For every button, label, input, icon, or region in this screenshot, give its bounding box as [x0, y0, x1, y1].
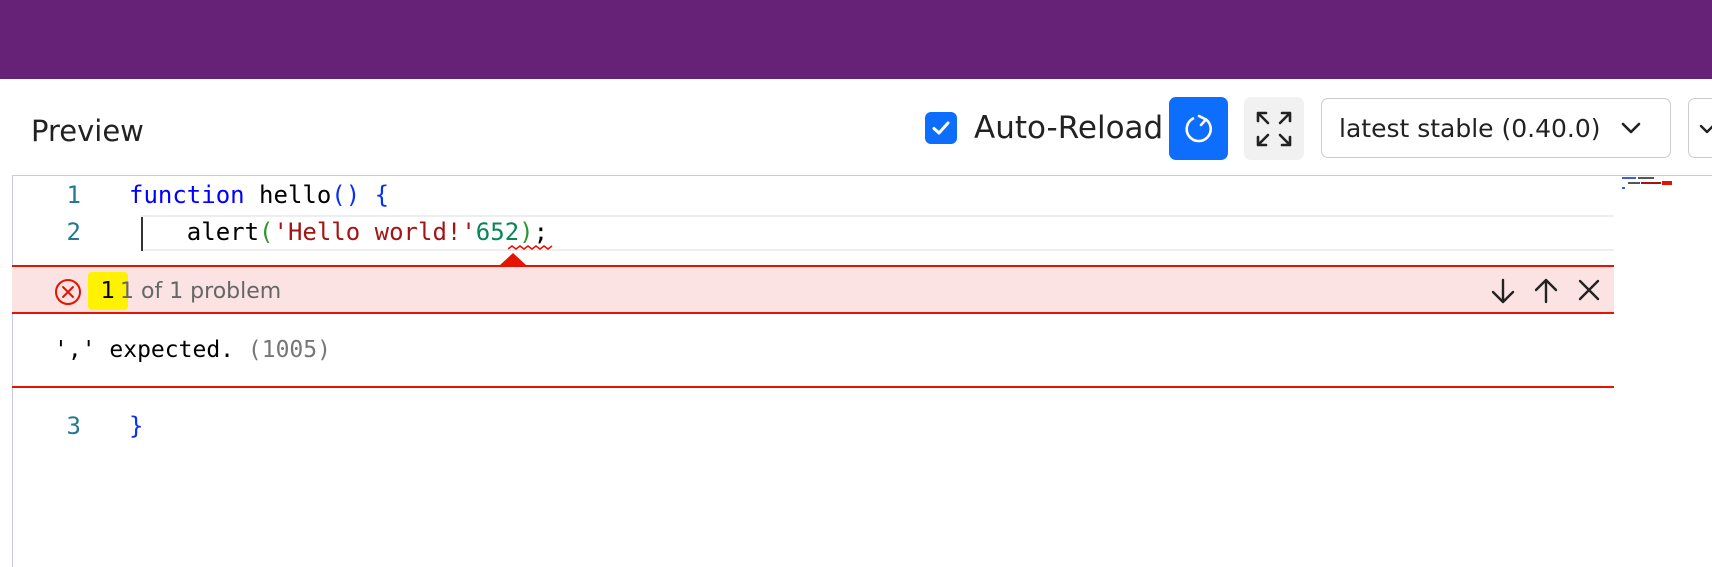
fullscreen-icon	[1256, 111, 1292, 146]
code-token: alert	[129, 218, 260, 246]
arrow-down-icon[interactable]	[1490, 277, 1516, 305]
fullscreen-button[interactable]	[1244, 97, 1304, 160]
check-icon	[932, 121, 950, 135]
code-token: ()	[331, 181, 361, 209]
arrow-up-icon[interactable]	[1533, 277, 1559, 305]
code-token: {	[360, 181, 390, 209]
code-token: 'Hello world!'	[273, 218, 476, 246]
code-token: ;	[533, 218, 549, 246]
code-token: (	[259, 218, 274, 246]
minimap[interactable]	[1622, 176, 1682, 192]
code-line[interactable]: }	[129, 412, 143, 440]
code-token: )	[519, 218, 534, 246]
auto-reload-checkbox[interactable]	[925, 112, 957, 144]
reload-button[interactable]	[1169, 97, 1228, 160]
code-line[interactable]: function hello() {	[129, 181, 389, 209]
close-icon[interactable]	[1577, 278, 1601, 302]
extra-select[interactable]	[1688, 98, 1712, 158]
peek-pointer	[500, 253, 526, 265]
top-bar	[0, 0, 1712, 79]
chevron-down-icon	[1621, 122, 1641, 134]
line-number: 1	[66, 181, 81, 209]
preview-title: Preview	[31, 114, 144, 148]
code-token: 652	[475, 218, 520, 246]
version-selected: latest stable (0.40.0)	[1339, 113, 1601, 143]
chevron-down-icon	[1699, 124, 1712, 134]
line-number: 3	[66, 412, 81, 440]
auto-reload-toggle[interactable]: Auto-Reload	[925, 106, 1163, 150]
problem-peek-widget: 1 1 of 1 problem ',' expected. (1005)	[12, 265, 1614, 388]
code-line[interactable]: alert('Hello world!'652);	[129, 218, 548, 246]
code-token: function	[129, 181, 245, 209]
error-code: (1005)	[247, 337, 331, 363]
reload-icon	[1184, 114, 1212, 142]
error-squiggle	[508, 245, 553, 250]
code-token: hello	[244, 181, 332, 209]
error-circle-icon	[55, 279, 81, 305]
problem-summary: 1 of 1 problem	[120, 279, 282, 304]
code-token: }	[129, 412, 144, 440]
auto-reload-label: Auto-Reload	[974, 110, 1164, 146]
line-number: 2	[66, 218, 81, 246]
error-message: ',' expected. (1005)	[54, 337, 331, 363]
error-message-text: ',' expected.	[54, 337, 235, 363]
version-select[interactable]: latest stable (0.40.0)	[1321, 98, 1671, 158]
problem-peek-header: 1 1 of 1 problem	[12, 267, 1614, 314]
